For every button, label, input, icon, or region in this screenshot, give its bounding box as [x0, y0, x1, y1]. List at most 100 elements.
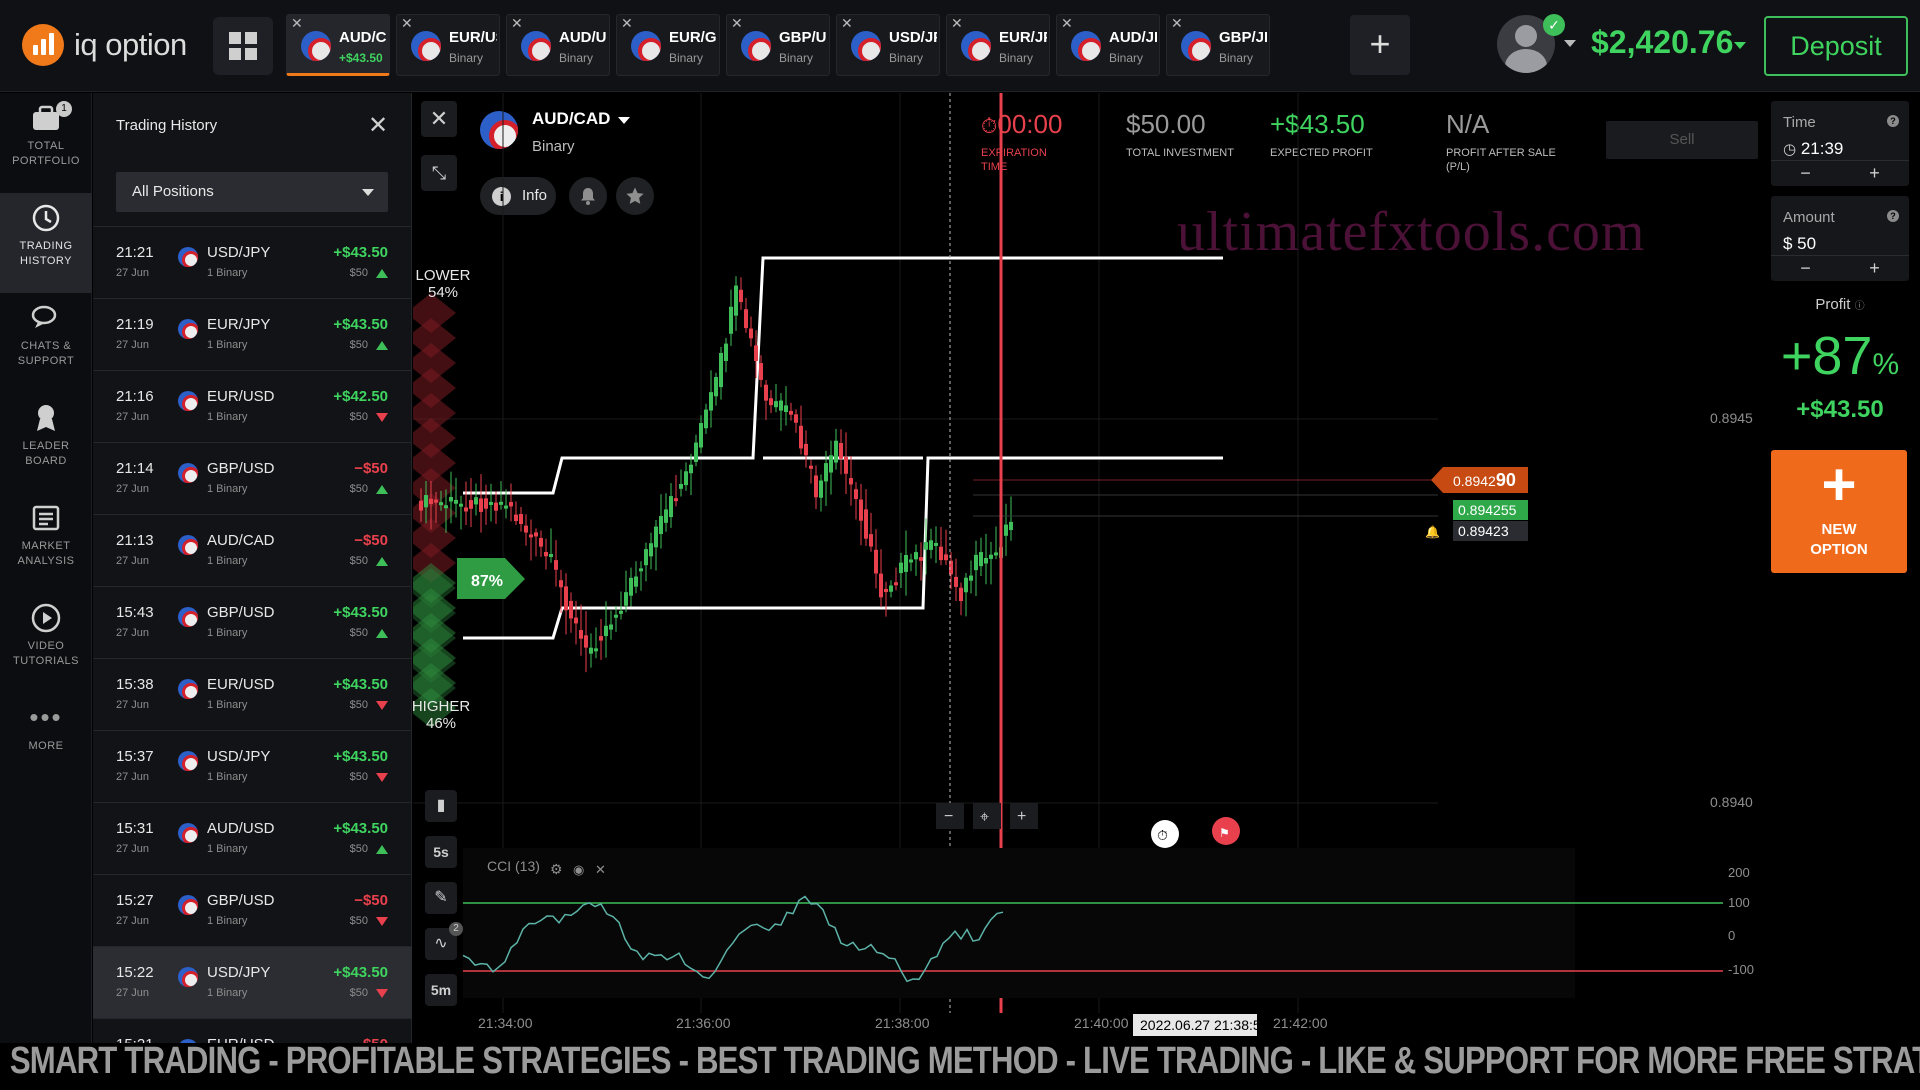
close-tab-icon[interactable]: ✕: [291, 15, 303, 32]
lower-label: LOWER: [415, 267, 471, 284]
help-icon[interactable]: ?: [1887, 210, 1899, 222]
amount-minus-button[interactable]: −: [1771, 256, 1840, 281]
asset-tab[interactable]: ✕ EUR/JPY Binary: [946, 14, 1050, 76]
history-row[interactable]: 15:38 27 Jun EUR/USD 1 Binary +$43.50 $5…: [93, 658, 412, 730]
pair-flag-icon: [631, 31, 661, 61]
close-history-icon[interactable]: ✕: [368, 111, 388, 140]
time-minus-button[interactable]: −: [1771, 161, 1840, 186]
candle-body: [559, 580, 563, 588]
asset-tab[interactable]: ✕ AUD/JPY Binary: [1056, 14, 1160, 76]
cci-level: 100: [1728, 895, 1750, 910]
asset-tab[interactable]: ✕ EUR/GBP Binary: [616, 14, 720, 76]
close-tab-icon[interactable]: ✕: [1171, 15, 1183, 32]
asset-tab[interactable]: ✕ USD/JPY Binary: [836, 14, 940, 76]
tab-pair: EUR/USD: [449, 29, 497, 46]
time-range-button[interactable]: 5m: [425, 974, 457, 1006]
candle-body: [794, 414, 798, 423]
row-result: +$43.50: [333, 244, 388, 261]
chart-type-button[interactable]: ▮: [425, 790, 457, 822]
add-asset-button[interactable]: +: [1350, 15, 1410, 75]
balance-caret-icon[interactable]: [1734, 42, 1746, 49]
asset-tab[interactable]: ✕ GBP/USD Binary: [726, 14, 830, 76]
asset-tab[interactable]: ✕ AUD/USD Binary: [506, 14, 610, 76]
candle-body: [629, 577, 633, 596]
help-icon[interactable]: ?: [1887, 115, 1899, 127]
row-result: −$50: [354, 460, 388, 477]
deposit-button[interactable]: Deposit: [1764, 16, 1908, 76]
row-amount: $50: [349, 987, 368, 999]
asset-tab[interactable]: ✕ EUR/USD Binary: [396, 14, 500, 76]
asset-tab[interactable]: ✕ AUD/CAD +$43.50: [286, 14, 390, 76]
amount-value[interactable]: $ 50: [1771, 226, 1909, 254]
logo[interactable]: iq option: [22, 24, 187, 66]
candle-body: [664, 509, 668, 523]
amount-plus-button[interactable]: +: [1840, 256, 1909, 281]
row-pair: EUR/USD: [207, 676, 275, 693]
history-row[interactable]: 21:19 27 Jun EUR/JPY 1 Binary +$43.50 $5…: [93, 298, 412, 370]
candle-body: [1004, 524, 1008, 536]
candle-body: [744, 309, 748, 329]
time-box[interactable]: Time? ◷ 21:39 − +: [1771, 101, 1909, 186]
history-row[interactable]: 15:31 27 Jun AUD/USD 1 Binary +$43.50 $5…: [93, 802, 412, 874]
nav-item[interactable]: MARKET ANALYSIS: [0, 493, 92, 593]
row-date: 27 Jun: [116, 771, 150, 783]
nav-item[interactable]: VIDEO TUTORIALS: [0, 593, 92, 693]
close-tab-icon[interactable]: ✕: [951, 15, 963, 32]
history-list: 21:21 27 Jun USD/JPY 1 Binary +$43.50 $5…: [93, 226, 412, 1090]
tab-sub: Binary: [889, 51, 924, 65]
nav-item[interactable]: TRADING HISTORY: [0, 193, 92, 293]
history-row[interactable]: 15:43 27 Jun GBP/USD 1 Binary +$43.50 $5…: [93, 586, 412, 658]
candle-body: [679, 483, 683, 489]
row-time: 21:14: [116, 460, 154, 477]
candle-period-button[interactable]: 5s: [425, 836, 457, 868]
nav-item[interactable]: LEADER BOARD: [0, 393, 92, 493]
history-row[interactable]: 15:22 27 Jun USD/JPY 1 Binary +$43.50 $5…: [93, 946, 412, 1018]
history-row[interactable]: 21:21 27 Jun USD/JPY 1 Binary +$43.50 $5…: [93, 226, 412, 298]
pair-flag-icon: [178, 679, 198, 699]
nav-item[interactable]: CHATS & SUPPORT: [0, 293, 92, 393]
amount-box[interactable]: Amount? $ 50 − +: [1771, 196, 1909, 281]
ticker-text: SMART TRADING - PROFITABLE STRATEGIES - …: [9, 1043, 1920, 1080]
arrow-down-icon: [376, 773, 388, 782]
asset-tab[interactable]: ✕ GBP/JPY Binary: [1166, 14, 1270, 76]
current-price-main: 0.8942: [1453, 473, 1496, 489]
close-tab-icon[interactable]: ✕: [1061, 15, 1073, 32]
close-tab-icon[interactable]: ✕: [511, 15, 523, 32]
history-row[interactable]: 21:13 27 Jun AUD/CAD 1 Binary −$50 $50: [93, 514, 412, 586]
row-date: 27 Jun: [116, 843, 150, 855]
close-tab-icon[interactable]: ✕: [731, 15, 743, 32]
assets-grid-button[interactable]: [213, 17, 273, 75]
history-row[interactable]: 21:16 27 Jun EUR/USD 1 Binary +$42.50 $5…: [93, 370, 412, 442]
candle-body: [899, 562, 903, 574]
history-row[interactable]: 21:14 27 Jun GBP/USD 1 Binary −$50 $50: [93, 442, 412, 514]
candle-body: [634, 576, 638, 587]
indicators-button[interactable]: ∿ 2: [425, 922, 463, 960]
candle-body: [914, 552, 918, 560]
target-icon: ⌖: [980, 809, 989, 826]
tab-pair: EUR/GBP: [669, 29, 717, 46]
positions-filter[interactable]: All Positions: [116, 172, 388, 212]
candle-body: [954, 576, 958, 587]
new-option-button[interactable]: + NEW OPTION: [1771, 450, 1907, 573]
profile-caret-icon[interactable]: [1564, 40, 1576, 47]
help-icon[interactable]: ⓘ: [1855, 301, 1865, 312]
balance[interactable]: $2,420.76: [1591, 24, 1733, 61]
candle-body: [469, 500, 473, 509]
candle-body: [694, 442, 698, 462]
nav-item[interactable]: 1 TOTAL PORTFOLIO: [0, 93, 92, 193]
close-tab-icon[interactable]: ✕: [841, 15, 853, 32]
draw-tool-button[interactable]: ✎: [425, 882, 457, 914]
history-row[interactable]: 15:37 27 Jun USD/JPY 1 Binary +$43.50 $5…: [93, 730, 412, 802]
row-amount: $50: [349, 339, 368, 351]
close-tab-icon[interactable]: ✕: [621, 15, 633, 32]
nav-label: MARKET ANALYSIS: [17, 540, 75, 567]
close-tab-icon[interactable]: ✕: [401, 15, 413, 32]
profit-amount: +$43.50: [1796, 396, 1884, 423]
candle-body: [974, 554, 978, 571]
row-type: 1 Binary: [207, 267, 248, 279]
history-row[interactable]: 15:27 27 Jun GBP/USD 1 Binary −$50 $50: [93, 874, 412, 946]
nav-item[interactable]: ••• MORE: [0, 693, 92, 793]
candle-body: [984, 557, 988, 564]
time-plus-button[interactable]: +: [1840, 161, 1909, 186]
row-pair: USD/JPY: [207, 244, 271, 261]
